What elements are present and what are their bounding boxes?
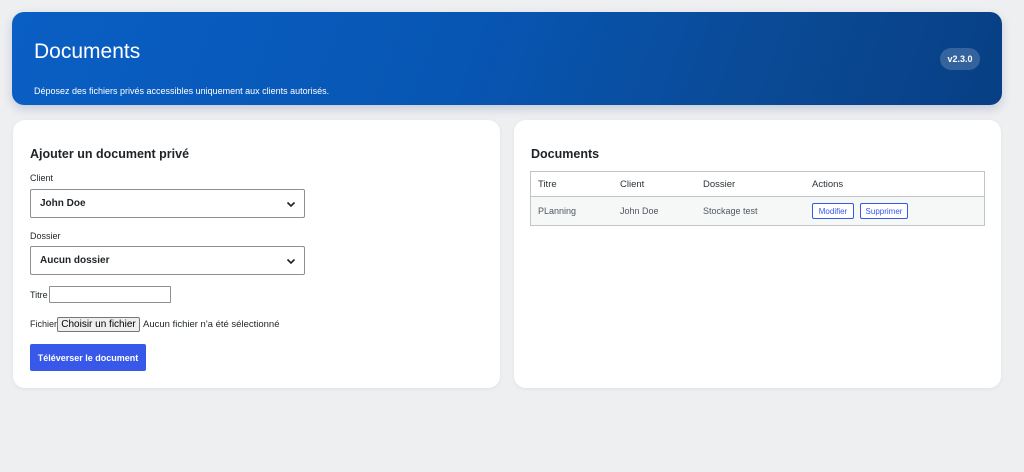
page-header: Documents Déposez des fichiers privés ac… [12,12,1002,105]
cell-folder: Stockage test [703,206,758,216]
table-row: PLanning John Doe Stockage test Modifier… [531,197,984,225]
folder-select[interactable]: Aucun dossier [30,246,305,275]
column-header-title: Titre [538,178,557,190]
chevron-down-icon [286,201,296,208]
documents-card: Documents Titre Client Dossier Actions P… [514,120,1001,388]
folder-label: Dossier [30,231,61,241]
client-select[interactable]: John Doe [30,189,305,218]
cell-title: PLanning [538,206,577,216]
client-label: Client [30,173,54,183]
file-status: Aucun fichier n'a été sélectionné [143,319,280,330]
chevron-down-icon [286,258,296,265]
column-header-actions: Actions [812,178,844,190]
documents-table: Titre Client Dossier Actions PLanning Jo… [530,171,985,226]
column-header-folder: Dossier [703,178,736,190]
add-document-card: Ajouter un document privé Client John Do… [13,120,500,388]
page-subtitle: Déposez des fichiers privés accessibles … [34,86,330,96]
documents-title: Documents [531,147,600,161]
file-label: Fichier [30,319,58,329]
folder-select-value: Aucun dossier [40,255,110,266]
column-header-client: Client [620,178,645,190]
title-input[interactable] [49,286,171,303]
page-title: Documents [34,40,141,63]
edit-button[interactable]: Modifier [812,203,854,219]
client-select-value: John Doe [40,198,86,209]
table-header-row: Titre Client Dossier Actions [531,172,984,197]
version-badge: v2.3.0 [940,48,980,70]
choose-file-button[interactable]: Choisir un fichier [57,317,140,332]
delete-button[interactable]: Supprimer [860,203,908,219]
upload-document-button[interactable]: Téléverser le document [30,344,146,371]
title-label: Titre [30,290,48,300]
cell-client: John Doe [620,206,659,216]
add-document-title: Ajouter un document privé [30,147,190,161]
